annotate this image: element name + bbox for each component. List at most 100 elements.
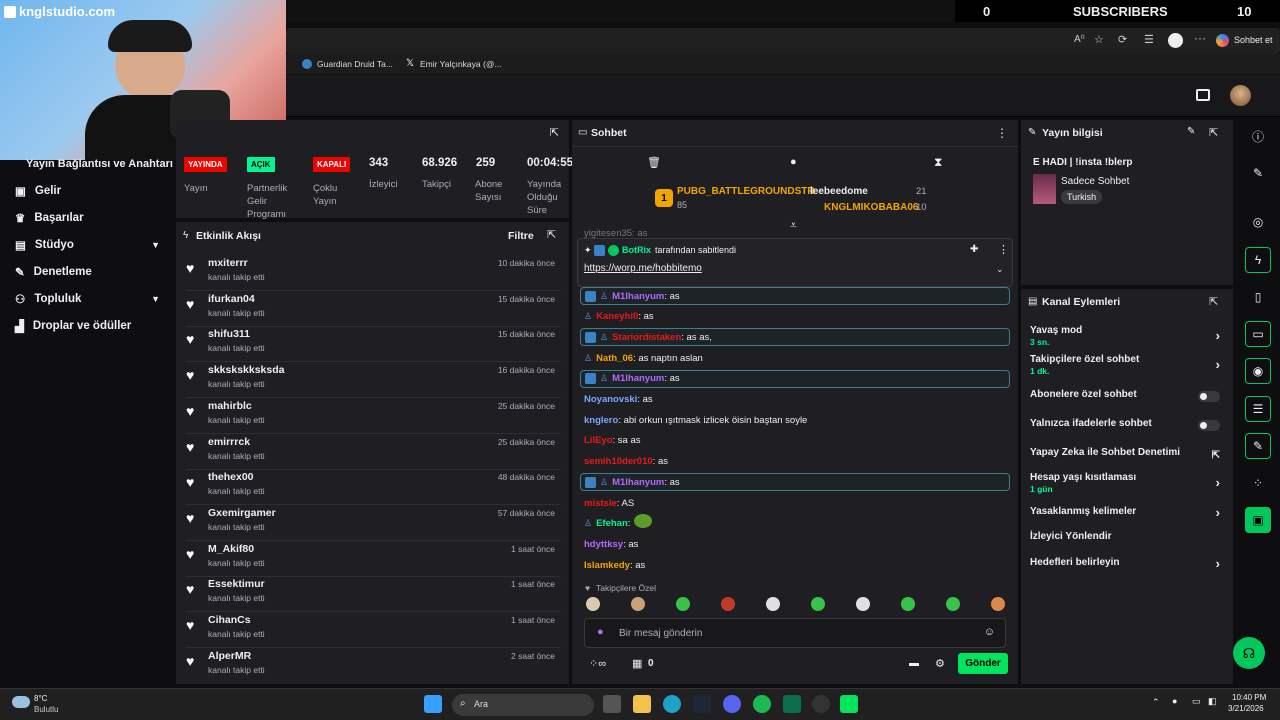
display-tray-icon[interactable]: ▭ [1192, 696, 1201, 707]
kick-logo-icon[interactable] [1196, 89, 1210, 101]
chat-message[interactable]: semih10der010: as [580, 453, 1010, 471]
profile-icon[interactable] [1168, 33, 1183, 48]
activity-row[interactable]: ♥ CihanCs kanalı takip etti 1 saat önce [186, 611, 561, 648]
chat-message[interactable]: ♙ M1lhanyum: as [580, 473, 1010, 492]
channel-action-item[interactable]: Yalnızca ifadelerle sohbet [1030, 418, 1226, 431]
bolt-icon[interactable]: ϟ [1245, 247, 1271, 273]
filter-button[interactable]: Filtre [508, 230, 534, 242]
taskbar-search[interactable]: ⌕ Ara [452, 694, 594, 716]
popout-icon[interactable]: ⇱ [547, 228, 556, 241]
chat-icon[interactable]: ● [790, 156, 797, 168]
chat-message[interactable]: Islamkedy: as [580, 556, 1010, 574]
chat-message[interactable]: mistsie: AS [580, 494, 1010, 512]
chat-username[interactable]: M1lhanyum [612, 477, 664, 488]
gift-icon[interactable]: ▦ [632, 657, 642, 670]
emote-icon[interactable] [946, 597, 960, 611]
chat-message[interactable]: knglero: abi orkun ışıtmask izlicek öisi… [580, 411, 1010, 429]
emote-icon[interactable] [721, 597, 735, 611]
nav-item-topluluk[interactable]: ⚇ Topluluk ▼ [0, 285, 175, 312]
edit-icon[interactable]: ✎ [1245, 160, 1271, 186]
channel-action-item[interactable]: Abonelere özel sohbet [1030, 389, 1226, 402]
mic-icon[interactable]: ● [597, 626, 604, 638]
channel-action-item[interactable]: İzleyici Yönlendir [1030, 531, 1226, 542]
activity-row[interactable]: ♥ Essektimur kanalı takip etti 1 saat önce [186, 575, 561, 613]
chat-username[interactable]: M1lhanyum [612, 373, 664, 384]
send-button[interactable]: Gönder [958, 653, 1008, 674]
chat-icon[interactable]: ▭ [1245, 321, 1271, 347]
user-avatar[interactable] [1230, 85, 1251, 106]
channel-action-item[interactable]: Hesap yaşı kısıtlaması 1 gün › [1030, 472, 1226, 494]
bookmark-1[interactable]: Guardian Druid Ta... [317, 59, 393, 69]
broadcast-icon[interactable]: ◉ [1245, 358, 1271, 384]
emote-icon[interactable] [811, 597, 825, 611]
pinned-menu-icon[interactable]: ⋮ [998, 243, 1009, 256]
discord-icon[interactable] [723, 695, 741, 713]
chat-settings-icon[interactable]: ▬ [909, 658, 919, 669]
chat-username[interactable]: Stariordistaken [612, 332, 681, 343]
wrench-icon[interactable]: ✎ [1245, 433, 1271, 459]
chevron-right-icon[interactable]: › [1216, 328, 1220, 343]
share-icon[interactable]: ⁘ [1245, 470, 1271, 496]
chevron-right-icon[interactable]: › [1216, 475, 1220, 490]
trash-icon[interactable]: 🗑 [647, 156, 661, 169]
chat-username[interactable]: M1lhanyum [612, 291, 664, 302]
bookmark-2[interactable]: Emir Yalçınkaya (@... [420, 59, 502, 69]
clip-icon[interactable]: ▣ [1245, 507, 1271, 533]
chat-message[interactable]: ♙ Stariordistaken: as as, [580, 328, 1010, 347]
chat-username[interactable]: Noyanovski [584, 394, 637, 405]
read-aloud-icon[interactable]: A⁰ [1074, 34, 1085, 45]
activity-row[interactable]: ♥ ifurkan04 kanalı takip etti 15 dakika önc… [186, 290, 561, 327]
activity-row[interactable]: ♥ emirrrck kanalı takip etti 25 dakika önce [186, 433, 561, 470]
chat-message[interactable]: Noyanovski: as [580, 391, 1010, 409]
steam-icon[interactable] [693, 695, 711, 713]
activity-row[interactable]: ♥ Gxemirgamer kanalı takip etti 57 dakika ö… [186, 504, 561, 541]
nav-item-gelir[interactable]: ▣ Gelir [0, 177, 175, 204]
nav-item-basarilar[interactable]: ♛ Başarılar [0, 204, 175, 231]
terminal-icon[interactable] [783, 695, 801, 713]
copilot-chat-label[interactable]: Sohbet et [1234, 35, 1273, 45]
hourglass-icon[interactable]: ⧗ [934, 155, 942, 170]
stream-key-link[interactable]: Yayın Bağlantısı ve Anahtarı [26, 158, 173, 170]
popout-icon[interactable]: ⇱ [1209, 295, 1218, 308]
emote-icon[interactable] [631, 597, 645, 611]
chevron-right-icon[interactable]: › [1216, 556, 1220, 571]
emote-icon[interactable] [991, 597, 1005, 611]
nav-item-droplar[interactable]: ▟ Droplar ve ödüller [0, 312, 175, 339]
activity-row[interactable]: ♥ M_Akif80 kanalı takip etti 1 saat önce [186, 540, 561, 577]
emote-icon[interactable] [676, 597, 690, 611]
extensions-icon[interactable]: ⟳ [1118, 33, 1127, 46]
chat-message[interactable]: ♙ M1lhanyum: as [580, 287, 1010, 305]
emote-icon[interactable] [901, 597, 915, 611]
chat-username[interactable]: mistsie [584, 498, 617, 509]
help-button[interactable]: ☊ [1233, 637, 1265, 669]
activity-row[interactable]: ♥ thehex00 kanalı takip etti 48 dakika önce [186, 468, 561, 506]
windows-start-icon[interactable] [424, 695, 442, 713]
mic-tray-icon[interactable]: ● [1172, 696, 1177, 706]
favorites-icon[interactable]: ☰ [1144, 33, 1154, 46]
chat-username[interactable]: Islamkedy [584, 560, 630, 571]
stack-icon[interactable]: ☰ [1245, 396, 1271, 422]
gear-icon[interactable]: ⚙ [935, 657, 945, 670]
toggle-switch[interactable] [1198, 391, 1220, 402]
channel-action-item[interactable]: Yavaş mod 3 sn. › [1030, 325, 1226, 347]
points-icon[interactable]: ⁘∞ [589, 657, 606, 670]
activity-row[interactable]: ♥ mxiterrr kanalı takip etti 10 dakika önce [186, 254, 561, 291]
info-icon[interactable]: ⓘ [1245, 123, 1271, 149]
chat-message[interactable]: ♙ Kaneyhi0: as [580, 308, 1010, 326]
tray-chevron-icon[interactable]: ⌃ [1152, 697, 1160, 708]
emote-icon[interactable] [856, 597, 870, 611]
activity-row[interactable]: ♥ shifu311 kanalı takip etti 15 dakika önce [186, 325, 561, 363]
chat-username[interactable]: Efehan [596, 518, 628, 529]
spotify-icon[interactable] [753, 695, 771, 713]
channel-action-item[interactable]: Yapay Zeka ile Sohbet Denetimi ⇱ [1030, 447, 1226, 461]
chat-username[interactable]: hdyttksy [584, 539, 623, 550]
chat-message[interactable]: ♙ M1lhanyum: as [580, 369, 1010, 388]
collapse-icon[interactable]: ⩡ [790, 218, 797, 233]
chat-message[interactable]: LilEyo: sa as [580, 432, 1010, 450]
obs-icon[interactable] [812, 695, 830, 713]
chat-username[interactable]: semih10der010 [584, 456, 653, 467]
unpin-icon[interactable]: ✚ [970, 244, 978, 255]
chat-username[interactable]: LilEyo [584, 435, 613, 446]
more-icon[interactable]: ··· [1194, 31, 1206, 45]
chevron-right-icon[interactable]: › [1216, 505, 1220, 520]
